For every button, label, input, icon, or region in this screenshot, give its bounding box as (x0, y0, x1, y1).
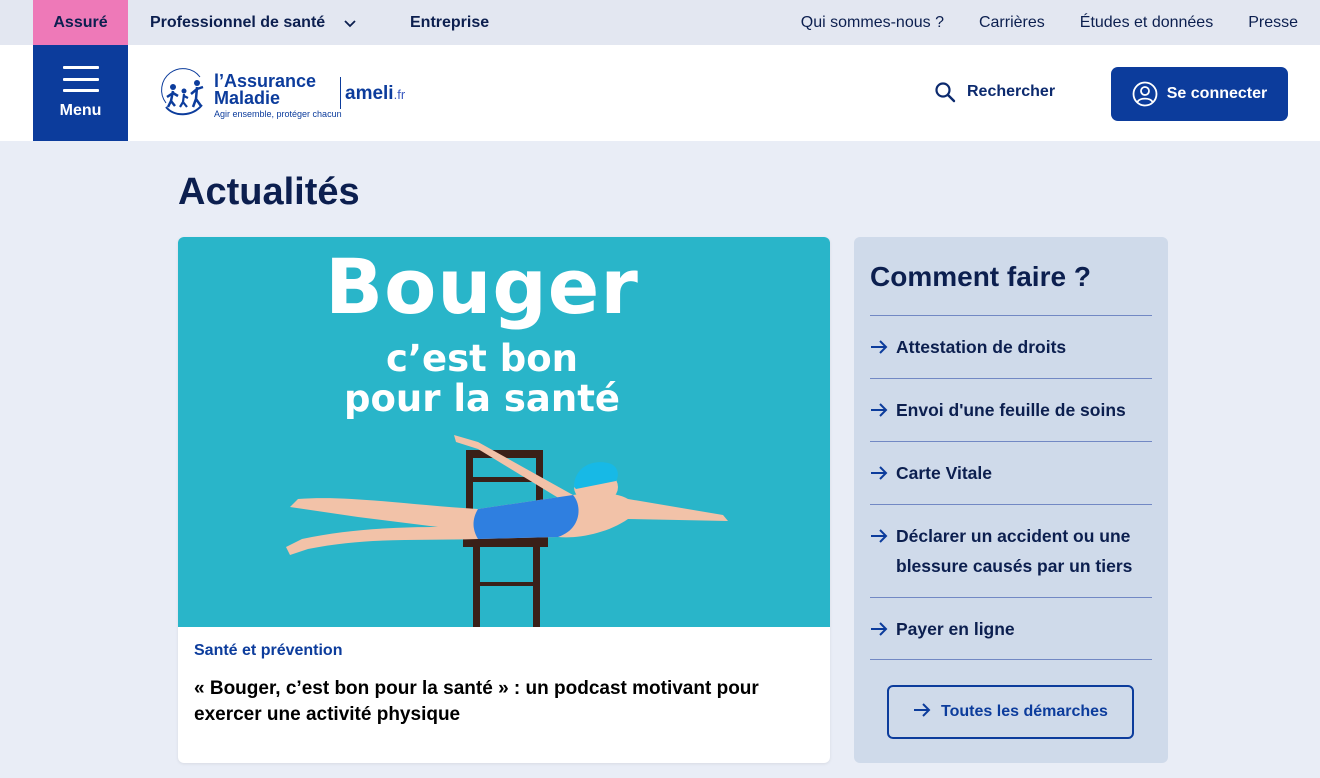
logo-separator (340, 77, 341, 109)
toutes-les-demarches-label: Toutes les démarches (941, 703, 1108, 720)
ameli-suffix: .fr (393, 87, 406, 102)
arrow-right-icon (870, 332, 896, 362)
comment-faire-title: Comment faire ? (870, 261, 1091, 292)
image-title-line1: Bouger (325, 242, 639, 331)
logo-tagline: Agir ensemble, protéger chacun (214, 109, 342, 119)
assurance-maladie-emblem-icon (161, 68, 204, 116)
link-etudes-et-donnees[interactable]: Études et données (1080, 14, 1213, 32)
howto-item-label: Envoi d'une feuille de soins (896, 400, 1126, 420)
top-navigation-bar: Assuré Professionnel de santé Entreprise… (0, 0, 1320, 45)
user-icon (1132, 81, 1158, 107)
news-category: Santé et prévention (194, 642, 343, 659)
top-links: Qui sommes-nous ? Carrières Études et do… (801, 0, 1298, 45)
howto-item-feuille-de-soins[interactable]: Envoi d'une feuille de soins (870, 378, 1152, 441)
site-header: Menu l’Assurance Maladie Agir ensemble, … (0, 45, 1320, 141)
arrow-right-icon (870, 521, 896, 551)
menu-button[interactable]: Menu (33, 45, 128, 141)
howto-item-attestation-de-droits[interactable]: Attestation de droits (870, 315, 1152, 378)
arrow-right-icon (870, 614, 896, 644)
link-carrieres[interactable]: Carrières (979, 14, 1045, 32)
connect-label: Se connecter (1166, 85, 1268, 102)
logo-text: l’Assurance Maladie (214, 72, 316, 108)
howto-item-carte-vitale[interactable]: Carte Vitale (870, 441, 1152, 504)
toutes-les-demarches-button[interactable]: Toutes les démarches (887, 685, 1134, 739)
link-qui-sommes-nous[interactable]: Qui sommes-nous ? (801, 14, 944, 32)
assurance-maladie-logo[interactable]: l’Assurance Maladie Agir ensemble, proté… (160, 65, 420, 125)
arrow-right-icon (913, 702, 931, 723)
page-title: Actualités (178, 171, 360, 213)
howto-item-payer-en-ligne[interactable]: Payer en ligne (870, 597, 1152, 660)
ameli-text: ameli (345, 83, 394, 104)
howto-item-declarer-accident[interactable]: Déclarer un accident ou une blessure cau… (870, 504, 1152, 597)
arrow-right-icon (870, 458, 896, 488)
menu-label: Menu (59, 102, 102, 119)
tab-entreprise[interactable]: Entreprise (410, 0, 489, 45)
image-title-line3: pour la santé (343, 377, 621, 420)
chevron-down-icon (343, 16, 357, 30)
news-headline-link[interactable]: « Bouger, c’est bon pour la santé » : un… (194, 676, 814, 728)
howto-item-label: Payer en ligne (896, 619, 1015, 639)
news-card[interactable]: Bouger c’est bon pour la santé Santé et … (178, 237, 830, 763)
howto-item-label: Attestation de droits (896, 337, 1067, 357)
tab-professionnel-label: Professionnel de santé (150, 13, 326, 31)
search-button[interactable]: Rechercher (934, 81, 1055, 103)
link-presse[interactable]: Presse (1248, 14, 1298, 32)
comment-faire-panel: Comment faire ? Attestation de droits En… (854, 237, 1168, 763)
hamburger-icon (62, 66, 99, 92)
ameli-logo: ameli.fr (345, 83, 405, 105)
tab-professionnel-de-sante[interactable]: Professionnel de santé (150, 0, 357, 45)
arrow-right-icon (870, 395, 896, 425)
connect-button[interactable]: Se connecter (1111, 67, 1288, 121)
news-image: Bouger c’est bon pour la santé (178, 237, 830, 627)
howto-list: Attestation de droits Envoi d'une feuill… (870, 315, 1152, 660)
search-label: Rechercher (967, 83, 1056, 100)
logo-line2: Maladie (214, 88, 281, 108)
tab-assure[interactable]: Assuré (33, 0, 128, 45)
howto-item-label: Carte Vitale (896, 463, 992, 483)
image-title-line2: c’est bon (386, 337, 578, 380)
howto-item-label: Déclarer un accident ou une blessure cau… (896, 526, 1133, 576)
search-icon (935, 82, 956, 103)
